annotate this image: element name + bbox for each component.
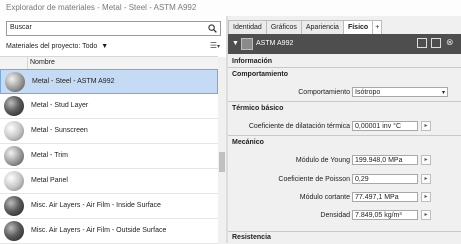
chevron-down-icon: ▾ xyxy=(441,90,445,96)
dilatacion-field[interactable]: 0,00001 inv °C xyxy=(352,121,418,131)
collapse-triangle-icon[interactable]: ▼ xyxy=(232,40,239,47)
list-scrollbar[interactable] xyxy=(218,57,226,243)
comportamiento-select[interactable]: Isótropo ▾ xyxy=(352,87,448,97)
asset-header: ▼ ASTM A992 ⊗ xyxy=(228,34,461,54)
asset-thumbnail-icon xyxy=(241,38,253,50)
material-list: Metal - Steel - ASTM A992 Metal - Stud La… xyxy=(0,69,218,244)
search-input-text: Buscar xyxy=(10,24,32,31)
section-comportamiento-title[interactable]: Comportamiento xyxy=(232,71,288,78)
young-label: Módulo de Young xyxy=(295,157,350,164)
material-label: Metal - Stud Layer xyxy=(31,102,89,109)
dilatacion-value: 0,00001 inv °C xyxy=(355,123,401,130)
duplicate-asset-icon[interactable] xyxy=(431,38,441,48)
cortante-unit-button[interactable]: ▸ xyxy=(421,192,431,202)
section-mecanico-title[interactable]: Mecánico xyxy=(232,139,264,146)
poisson-unit-button[interactable]: ▸ xyxy=(421,174,431,184)
tab-fisico[interactable]: Físico xyxy=(342,20,374,34)
material-thumbnail-icon xyxy=(4,221,24,241)
densidad-value: 7.849,05 kg/m³ xyxy=(355,212,402,219)
cortante-label: Módulo cortante xyxy=(299,194,350,201)
material-editor-pane: Identidad Gráficos Apariencia Físico + ▼… xyxy=(228,16,461,243)
window-title: Explorador de materiales - Metal - Steel… xyxy=(6,3,197,12)
section-termico-title[interactable]: Térmico básico xyxy=(232,105,283,112)
densidad-field[interactable]: 7.849,05 kg/m³ xyxy=(352,210,418,220)
densidad-unit-button[interactable]: ▸ xyxy=(421,210,431,220)
material-thumbnail-icon xyxy=(4,171,24,191)
material-label: Misc. Air Layers - Air Film - Outside Su… xyxy=(31,227,167,234)
material-label: Metal - Sunscreen xyxy=(31,127,88,134)
material-thumbnail-icon xyxy=(4,146,24,166)
section-resistencia[interactable]: Resistencia xyxy=(228,232,461,243)
material-thumbnail-icon xyxy=(5,72,25,92)
list-view-toggle[interactable]: ☰▾ xyxy=(210,41,220,50)
young-field[interactable]: 199.948,0 MPa xyxy=(352,155,418,165)
material-thumbnail-icon xyxy=(4,96,24,116)
editor-tabs: Identidad Gráficos Apariencia Físico + xyxy=(228,20,383,34)
material-label: Metal Panel xyxy=(31,177,68,184)
list-view-icon: ☰ xyxy=(209,41,217,50)
dilatacion-label: Coeficiente de dilatación térmica xyxy=(248,123,350,130)
comportamiento-value: Isótropo xyxy=(355,89,381,96)
tab-apariencia[interactable]: Apariencia xyxy=(300,20,344,34)
tab-graficos[interactable]: Gráficos xyxy=(265,20,302,34)
title-bar: Explorador de materiales - Metal - Steel… xyxy=(0,0,461,16)
chevron-down-icon: ▾ xyxy=(216,44,220,50)
material-row[interactable]: Metal - Sunscreen xyxy=(0,119,218,144)
scrollbar-thumb[interactable] xyxy=(219,152,225,172)
poisson-value: 0,29 xyxy=(355,176,369,183)
search-input[interactable]: Buscar xyxy=(6,21,221,36)
material-thumbnail-icon xyxy=(4,196,24,216)
search-icon[interactable] xyxy=(208,24,217,33)
replace-asset-icon[interactable] xyxy=(417,38,427,48)
tab-identidad[interactable]: Identidad xyxy=(228,20,267,34)
comportamiento-label: Comportamiento xyxy=(298,89,350,96)
section-termico: Térmico básico Coeficiente de dilatación… xyxy=(228,102,461,136)
add-tab-button[interactable]: + xyxy=(372,20,383,34)
poisson-label: Coeficiente de Poisson xyxy=(278,176,350,183)
material-row[interactable]: Misc. Air Layers - Air Film - Inside Sur… xyxy=(0,194,218,219)
asset-name: ASTM A992 xyxy=(256,40,294,47)
column-header[interactable]: Nombre xyxy=(0,56,218,70)
project-materials-filter[interactable]: Materiales del proyecto: Todo ▼ xyxy=(6,43,108,50)
section-resistencia-title: Resistencia xyxy=(232,234,271,241)
remove-asset-icon[interactable]: ⊗ xyxy=(446,38,456,48)
material-label: Metal - Steel - ASTM A992 xyxy=(32,78,115,85)
section-comportamiento: Comportamiento Comportamiento Isótropo ▾ xyxy=(228,68,461,102)
material-browser-pane: Buscar Materiales del proyecto: Todo ▼ ☰… xyxy=(0,16,226,244)
cortante-field[interactable]: 77.497,1 MPa xyxy=(352,192,418,202)
column-header-name: Nombre xyxy=(30,59,55,66)
material-row[interactable]: Metal - Trim xyxy=(0,144,218,169)
column-separator xyxy=(27,57,28,69)
project-materials-label: Materiales del proyecto: Todo xyxy=(6,43,98,50)
material-label: Metal - Trim xyxy=(31,152,68,159)
section-informacion-title: Información xyxy=(232,58,273,65)
section-mecanico: Mecánico Módulo de Young 199.948,0 MPa ▸… xyxy=(228,136,461,232)
material-row[interactable]: Metal - Stud Layer xyxy=(0,94,218,119)
material-row[interactable]: Metal - Steel - ASTM A992 xyxy=(0,69,218,94)
young-unit-button[interactable]: ▸ xyxy=(421,155,431,165)
material-label: Misc. Air Layers - Air Film - Inside Sur… xyxy=(31,202,161,209)
poisson-field[interactable]: 0,29 xyxy=(352,174,418,184)
section-informacion[interactable]: Información xyxy=(228,55,461,68)
filter-icon[interactable]: ▼ xyxy=(101,43,108,50)
densidad-label: Densidad xyxy=(320,212,350,219)
young-value: 199.948,0 MPa xyxy=(355,157,403,164)
material-row[interactable]: Metal Panel xyxy=(0,169,218,194)
material-row[interactable]: Misc. Air Layers - Air Film - Outside Su… xyxy=(0,219,218,244)
dilatacion-unit-button[interactable]: ▸ xyxy=(421,121,431,131)
material-thumbnail-icon xyxy=(4,121,24,141)
cortante-value: 77.497,1 MPa xyxy=(355,194,399,201)
